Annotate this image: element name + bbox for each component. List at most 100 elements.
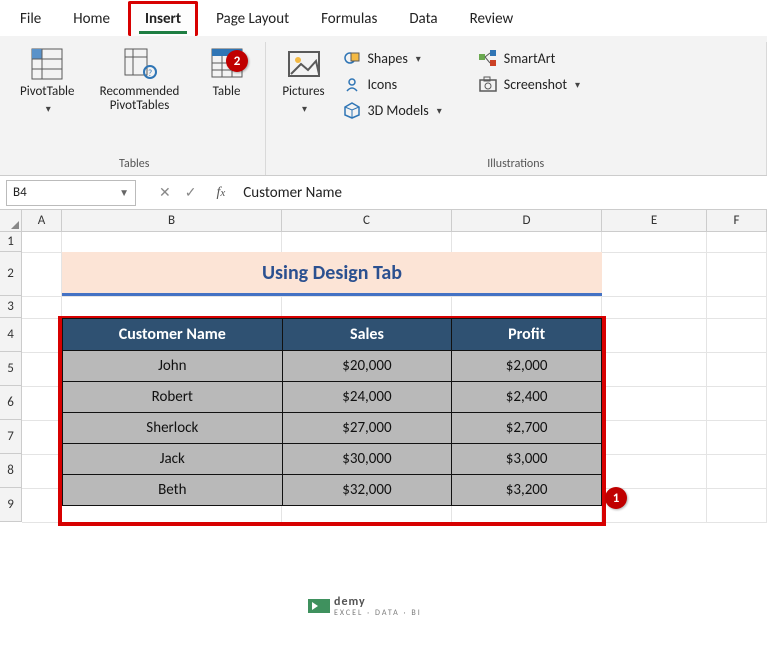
table-cell[interactable]: $20,000	[282, 351, 452, 382]
row-header[interactable]: 9	[0, 488, 22, 522]
pivottable-icon	[29, 46, 65, 82]
tab-label: File	[20, 10, 41, 28]
icons-icon	[342, 74, 362, 94]
tab-home[interactable]: Home	[59, 4, 124, 36]
table-cell[interactable]: Robert	[63, 382, 283, 413]
illustrations-list-2: SmartArt Screenshot ▾	[472, 42, 586, 100]
col-header[interactable]: A	[22, 210, 62, 232]
table-cell[interactable]: $2,400	[452, 382, 602, 413]
col-header[interactable]: C	[282, 210, 452, 232]
pivottable-button[interactable]: PivotTable ▾	[14, 42, 81, 119]
table-cell[interactable]: $2,000	[452, 351, 602, 382]
row-header[interactable]: 6	[0, 386, 22, 420]
tab-label: Review	[470, 10, 514, 28]
chevron-down-icon: ▾	[575, 78, 580, 91]
col-header[interactable]: B	[62, 210, 282, 232]
tab-insert[interactable]: Insert	[128, 1, 198, 36]
table-header: Sales	[282, 319, 452, 351]
chevron-down-icon: ▾	[302, 102, 307, 115]
table-cell[interactable]: Beth	[63, 475, 283, 506]
table-row[interactable]: John$20,000$2,000	[63, 351, 602, 382]
fx-icon[interactable]: fx	[208, 185, 233, 201]
chevron-down-icon: ▾	[416, 52, 421, 65]
callout-badge-2: 2	[226, 50, 248, 72]
table-cell[interactable]: $30,000	[282, 444, 452, 475]
row-headers: 1 2 3 4 5 6 7 8 9	[0, 232, 22, 640]
watermark: demy EXCEL · DATA · BI	[308, 595, 422, 617]
cancel-icon[interactable]: ✕	[159, 184, 171, 201]
data-table: Customer NameSalesProfit John$20,000$2,0…	[62, 318, 602, 506]
formula-bar-buttons: ✕ ✓	[147, 184, 208, 201]
table-cell[interactable]: $3,000	[452, 444, 602, 475]
table-cell[interactable]: $2,700	[452, 413, 602, 444]
table-row[interactable]: Beth$32,000$3,200	[63, 475, 602, 506]
play-icon	[308, 599, 330, 613]
tab-label: Data	[409, 10, 437, 28]
row-header[interactable]: 4	[0, 318, 22, 352]
row-header[interactable]: 3	[0, 296, 22, 318]
col-header[interactable]: D	[452, 210, 602, 232]
button-label: Pictures	[282, 85, 324, 99]
formula-bar-row: B4 ▼ ✕ ✓ fx Customer Name	[0, 176, 767, 210]
table-button[interactable]: Table	[199, 42, 255, 103]
shapes-button[interactable]: Shapes ▾	[340, 46, 444, 70]
icons-button[interactable]: Icons	[340, 72, 444, 96]
chevron-down-icon: ▾	[437, 104, 442, 117]
watermark-tagline: EXCEL · DATA · BI	[334, 609, 422, 617]
tab-review[interactable]: Review	[456, 4, 528, 36]
worksheet[interactable]: A B C D E F 1 2 3 4 5 6 7 8 9 Using Desi…	[0, 210, 767, 640]
row-header[interactable]: 2	[0, 252, 22, 296]
camera-icon	[478, 74, 498, 94]
pictures-icon	[286, 46, 322, 82]
3d-models-button[interactable]: 3D Models▾	[340, 98, 444, 122]
table-cell[interactable]: $3,200	[452, 475, 602, 506]
recommended-pivottables-button[interactable]: ? RecommendedPivotTables	[85, 42, 195, 117]
button-label: Screenshot	[504, 76, 567, 93]
button-label: Table	[213, 85, 241, 99]
tab-page-layout[interactable]: Page Layout	[202, 4, 303, 36]
ribbon-body: PivotTable ▾ ? RecommendedPivotTables Ta…	[0, 36, 767, 176]
group-illustrations: Pictures ▾ Shapes ▾ Icons 3D Models▾	[266, 42, 767, 175]
svg-text:?: ?	[148, 68, 152, 79]
select-all-corner[interactable]	[0, 210, 22, 232]
row-header[interactable]: 8	[0, 454, 22, 488]
table-cell[interactable]: Sherlock	[63, 413, 283, 444]
table-cell[interactable]: $24,000	[282, 382, 452, 413]
table-cell[interactable]: $32,000	[282, 475, 452, 506]
tab-formulas[interactable]: Formulas	[307, 4, 391, 36]
column-headers: A B C D E F	[0, 210, 767, 232]
tab-file[interactable]: File	[6, 4, 55, 36]
table-header: Customer Name	[63, 319, 283, 351]
callout-badge-1: 1	[605, 487, 627, 509]
table-row[interactable]: Sherlock$27,000$2,700	[63, 413, 602, 444]
tab-data[interactable]: Data	[395, 4, 451, 36]
table-row[interactable]: Robert$24,000$2,400	[63, 382, 602, 413]
formula-bar[interactable]: Customer Name	[233, 184, 767, 202]
title-banner: Using Design Tab	[62, 252, 602, 296]
table-header: Profit	[452, 319, 602, 351]
table-cell[interactable]: Jack	[63, 444, 283, 475]
name-box[interactable]: B4 ▼	[6, 180, 136, 206]
table-cell[interactable]: $27,000	[282, 413, 452, 444]
group-label: Tables	[119, 157, 149, 171]
table-cell[interactable]: John	[63, 351, 283, 382]
smartart-button[interactable]: SmartArt	[476, 46, 582, 70]
row-header[interactable]: 7	[0, 420, 22, 454]
table-row[interactable]: Jack$30,000$3,000	[63, 444, 602, 475]
recommended-pivottable-icon: ?	[122, 46, 158, 82]
chevron-down-icon: ▼	[119, 186, 129, 199]
row-header[interactable]: 5	[0, 352, 22, 386]
col-header[interactable]: E	[602, 210, 707, 232]
tab-label: Home	[73, 10, 110, 28]
row-header[interactable]: 1	[0, 232, 22, 252]
col-header[interactable]: F	[707, 210, 767, 232]
screenshot-button[interactable]: Screenshot ▾	[476, 72, 582, 96]
pictures-button[interactable]: Pictures ▾	[276, 42, 332, 119]
button-label: Icons	[368, 76, 398, 93]
button-label: Shapes	[368, 50, 408, 67]
enter-icon[interactable]: ✓	[185, 184, 197, 201]
smartart-icon	[478, 48, 498, 68]
shapes-icon	[342, 48, 362, 68]
cube-icon	[342, 100, 362, 120]
callout-text: 1	[613, 491, 620, 506]
